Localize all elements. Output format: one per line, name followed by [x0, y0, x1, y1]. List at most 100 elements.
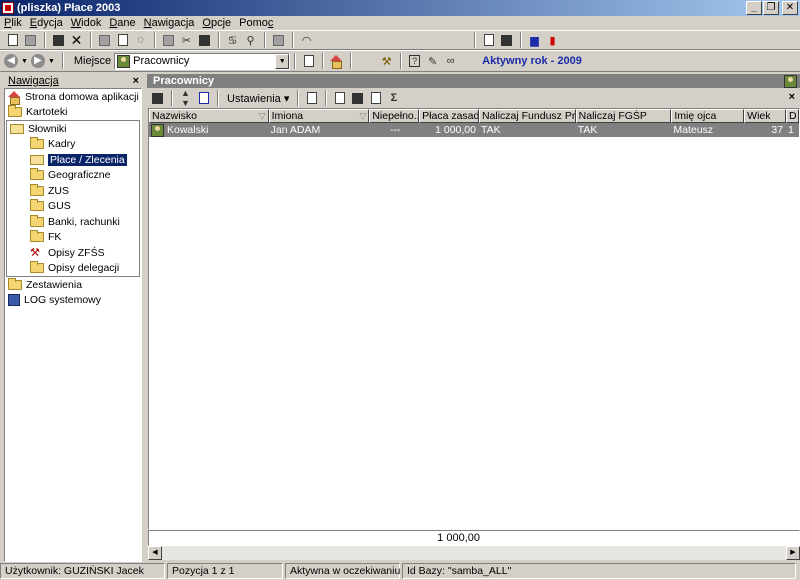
column-header[interactable]: Naliczaj FGŚP	[575, 109, 672, 123]
active-year: Aktywny rok - 2009	[482, 55, 582, 67]
window-controls: _ ❐ ✕	[746, 1, 798, 15]
settings-button[interactable]: Ustawienia ▾	[223, 92, 293, 105]
tree-item-geograficzne[interactable]: Geograficzne	[7, 168, 139, 184]
column-header[interactable]: Płaca zasad.	[419, 109, 479, 123]
export-button[interactable]	[149, 90, 166, 107]
close-navigation-icon[interactable]: ×	[133, 75, 142, 87]
window-icon	[483, 34, 494, 46]
chevron-down-icon[interactable]: ▼	[275, 53, 290, 69]
cut-button[interactable]: ✂	[178, 32, 195, 49]
notes-icon: ✎	[428, 55, 438, 68]
find-next-button[interactable]: ⚲	[242, 32, 259, 49]
paste-button[interactable]	[196, 32, 213, 49]
menu-widok[interactable]: Widok	[67, 17, 106, 29]
menu-opcje[interactable]: Opcje	[198, 17, 235, 29]
column-header[interactable]: Wiek	[744, 109, 787, 123]
place-label: Miejsce	[73, 55, 112, 67]
column-header[interactable]: Imię ojca	[671, 109, 745, 123]
tree-item-zestawienia[interactable]: Zestawienia	[5, 277, 141, 293]
tools-button[interactable]: ⚒	[378, 53, 395, 70]
book-icon: ▆	[530, 34, 539, 47]
menu-plik[interactable]: Plik	[0, 17, 26, 29]
close-list-icon[interactable]: ×	[789, 91, 795, 103]
tree-item-zus[interactable]: ZUS	[7, 183, 139, 199]
place-combo[interactable]: Pracownicy ▼	[114, 52, 291, 70]
separator	[217, 90, 219, 106]
table-button[interactable]	[349, 90, 366, 107]
salary-sum: 1 000,00	[437, 532, 480, 544]
main-toolbar: ✕ ◌ ✂ ♋ ⚲ ◠ ▆ ▮	[0, 30, 800, 50]
restore-button[interactable]: ❐	[763, 1, 779, 15]
find-button[interactable]: ♋	[224, 32, 241, 49]
properties-button[interactable]	[270, 32, 287, 49]
tree-item-place-zlecenia[interactable]: Płace / Zlecenia	[7, 152, 139, 168]
separator	[325, 90, 328, 106]
tree-item-opisy-zfss[interactable]: ⚒ Opisy ZFŚS	[7, 245, 139, 261]
status-position: Pozycja 1 z 1	[167, 563, 283, 579]
help-button[interactable]: ?	[406, 53, 423, 70]
find-next-icon: ⚲	[246, 34, 255, 47]
tree-item-fk[interactable]: FK	[7, 230, 139, 246]
separator	[322, 53, 325, 69]
menu-nawigacja[interactable]: Nawigacja	[140, 17, 199, 29]
back-dropdown-icon[interactable]: ▼	[21, 58, 28, 65]
copy-button[interactable]	[160, 32, 177, 49]
refresh-icon: ◌	[137, 34, 144, 46]
details-button[interactable]	[367, 90, 384, 107]
grid-button[interactable]	[303, 90, 320, 107]
horizontal-scrollbar[interactable]: ◀ ▶	[148, 546, 800, 560]
tree-item-home[interactable]: Strona domowa aplikacji	[5, 89, 141, 105]
notes-button[interactable]: ✎	[424, 53, 441, 70]
tree-item-banki[interactable]: Banki, rachunki	[7, 214, 139, 230]
navigation-toolbar: ◀ ▼ ▶ ▼ Miejsce Pracownicy ▼ ⚒ ? ✎ ∞ Akt…	[0, 50, 800, 72]
tree-item-opisy-delegacji[interactable]: Opisy delegacji	[7, 261, 139, 277]
window-button[interactable]	[331, 90, 348, 107]
speed-button[interactable]: ◠	[298, 32, 315, 49]
delete-button[interactable]: ✕	[68, 32, 85, 49]
folder-icon	[30, 168, 44, 181]
book-button[interactable]: ▆	[526, 32, 543, 49]
back-arrow-icon[interactable]: ◀	[4, 54, 18, 68]
home-button[interactable]	[328, 53, 345, 70]
sort-button[interactable]: ▲ ▼	[177, 88, 194, 108]
minimize-button[interactable]: _	[746, 1, 762, 15]
forward-arrow-icon[interactable]: ▶	[30, 54, 45, 68]
window-layout-button[interactable]	[480, 32, 497, 49]
attach-button[interactable]: ▮	[544, 32, 561, 49]
link-button[interactable]: ∞	[442, 53, 459, 70]
hammer-icon: ⚒	[381, 55, 392, 68]
refresh-button[interactable]: ◌	[132, 32, 149, 49]
properties-icon	[273, 34, 284, 46]
column-header[interactable]: D	[786, 109, 799, 123]
table-icon	[352, 92, 364, 104]
scroll-left-icon[interactable]: ◀	[148, 546, 162, 560]
column-header[interactable]: Niepełno...	[369, 109, 420, 123]
sum-button[interactable]: Σ	[385, 90, 402, 107]
forward-dropdown-icon[interactable]: ▼	[48, 58, 55, 65]
column-header[interactable]: Nazwisko ▽	[149, 109, 269, 123]
menu-edycja[interactable]: Edycja	[26, 17, 67, 29]
column-header[interactable]: Naliczaj Fundusz Pracy	[478, 109, 576, 123]
split-view-button[interactable]	[498, 32, 515, 49]
tree-item-kartoteki[interactable]: Kartoteki	[5, 105, 141, 121]
employees-grid: Nazwisko ▽ Imiona ▽ Niepełno... Płaca zasa…	[148, 108, 800, 530]
scroll-right-icon[interactable]: ▶	[786, 546, 800, 560]
menu-dane[interactable]: Dane	[105, 17, 139, 29]
bookmark-button[interactable]	[300, 53, 317, 70]
column-header[interactable]: Imiona ▽	[268, 109, 370, 123]
filter-icon: ▽	[359, 111, 367, 121]
copy-document-button[interactable]	[22, 32, 39, 49]
tree-item-gus[interactable]: GUS	[7, 199, 139, 215]
print-preview-button[interactable]	[114, 32, 131, 49]
new-document-button[interactable]	[4, 32, 21, 49]
print-button[interactable]	[96, 32, 113, 49]
edit-button[interactable]	[50, 32, 67, 49]
tree-item-log[interactable]: LOG systemowy	[5, 293, 141, 309]
tree-item-slowniki[interactable]: Słowniki	[7, 121, 139, 137]
folder-icon	[8, 277, 22, 290]
menu-pomoc[interactable]: Pomoc	[235, 17, 277, 29]
tree-item-kadry[interactable]: Kadry	[7, 137, 139, 153]
table-row[interactable]: Kowalski Jan ADAM --- 1 000,00 TAK TAK M…	[149, 123, 799, 137]
columns-button[interactable]	[195, 90, 212, 107]
close-button[interactable]: ✕	[782, 1, 798, 15]
